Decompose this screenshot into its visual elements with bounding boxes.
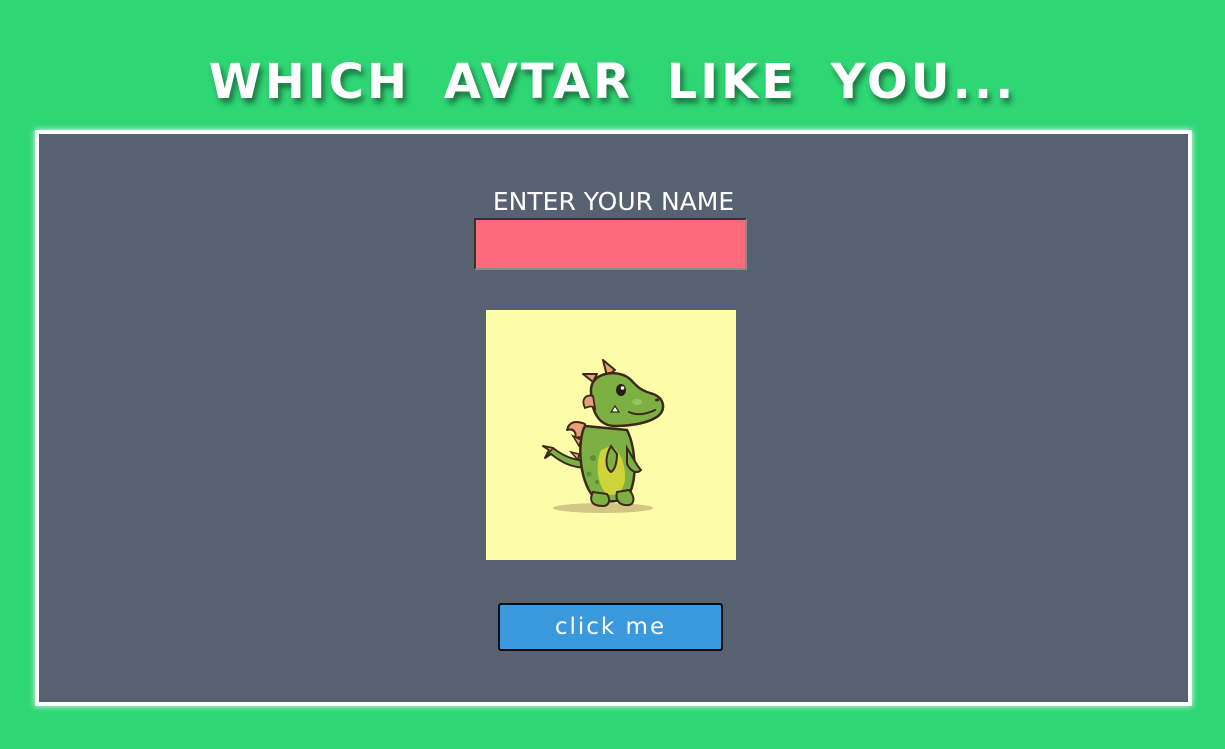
name-input[interactable]: [474, 218, 747, 270]
avatar-box: [486, 310, 736, 560]
name-label: ENTER YOUR NAME: [492, 187, 735, 216]
dragon-avatar-icon: [542, 359, 665, 513]
main-panel: ENTER YOUR NAME click me: [35, 130, 1192, 706]
page-title: WHICH AVTAR LIKE YOU...: [208, 54, 1017, 110]
click-me-button[interactable]: click me: [498, 603, 723, 651]
